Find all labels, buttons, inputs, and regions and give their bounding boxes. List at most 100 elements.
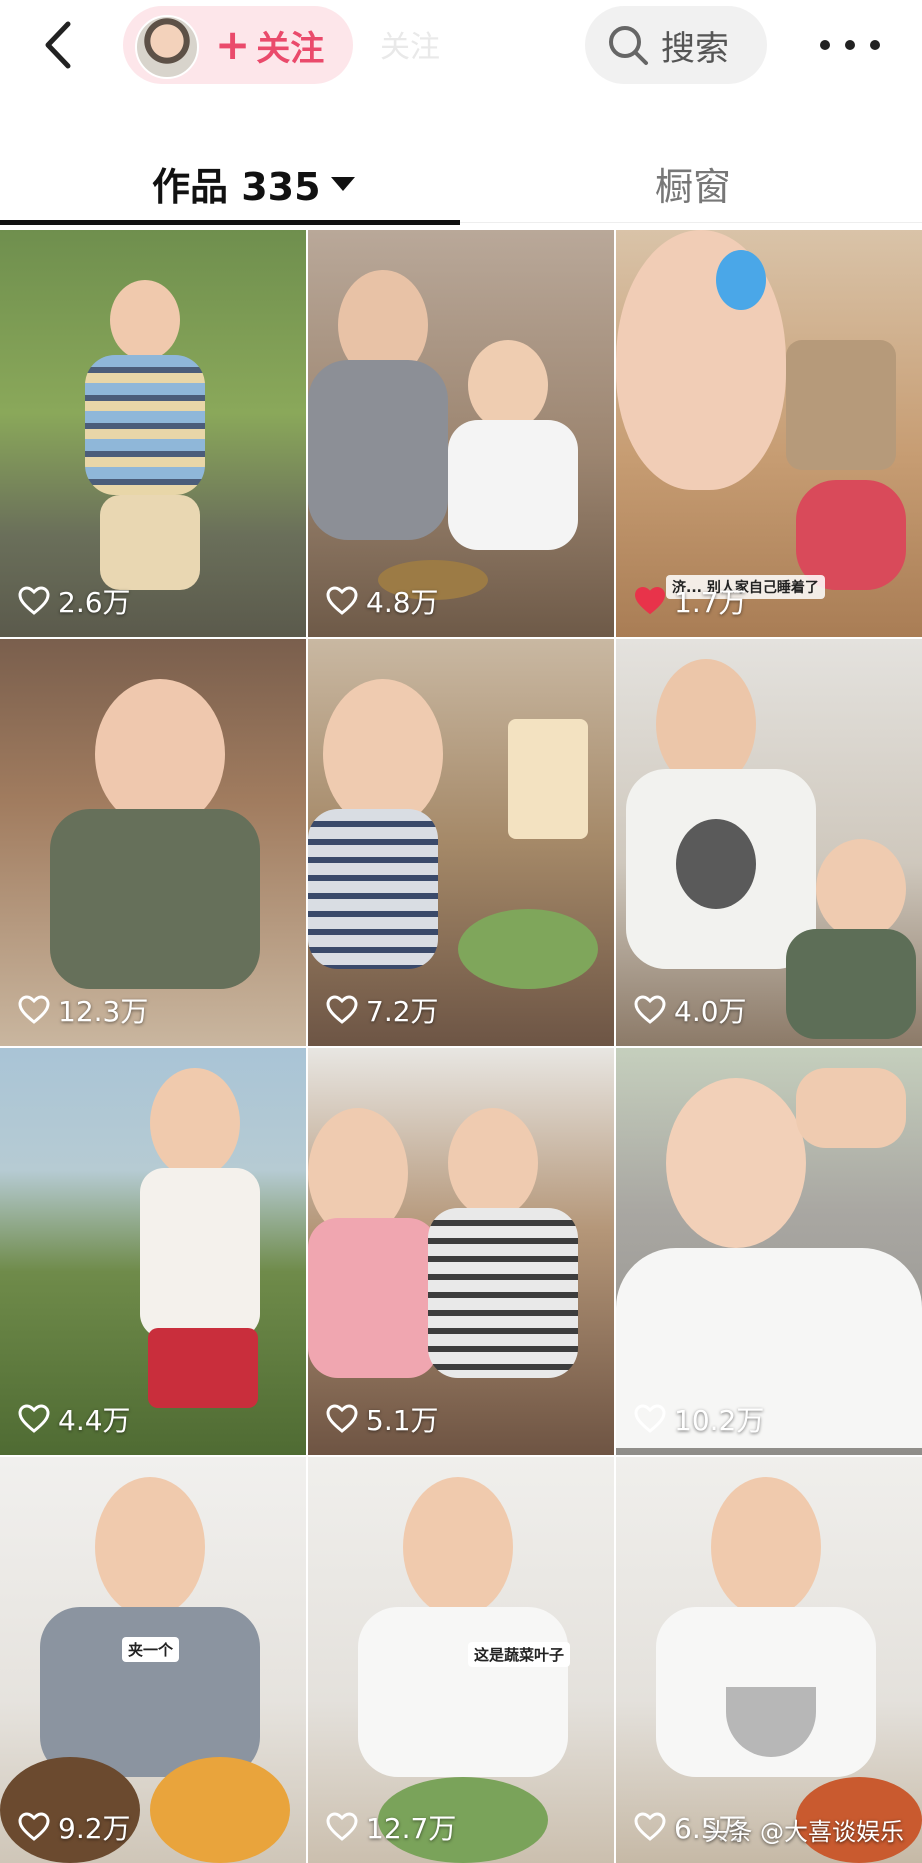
- thumbnail-image: [448, 420, 578, 550]
- thumbnail-image: [40, 1607, 260, 1777]
- tab-works-label: 作品 335: [152, 165, 321, 209]
- chevron-left-icon: [45, 21, 71, 69]
- video-thumbnail[interactable]: 4.4万: [0, 1048, 306, 1455]
- thumbnail-image: [403, 1477, 513, 1617]
- video-likes: 12.3万: [18, 990, 148, 1030]
- video-thumbnail[interactable]: 2.6万: [0, 230, 306, 637]
- heart-outline-icon: [634, 995, 666, 1024]
- caret-down-icon: [330, 176, 355, 191]
- thumbnail-image: [711, 1477, 821, 1617]
- thumbnail-image: [308, 360, 448, 540]
- thumbnail-image: [308, 1218, 438, 1378]
- thumbnail-image: [150, 1068, 240, 1178]
- faint-header-title: 关注: [380, 30, 440, 65]
- thumbnail-image: [796, 1068, 906, 1148]
- heart-outline-icon: [326, 1812, 358, 1841]
- video-grid: 2.6万 4.8万 济... 别人家自己睡着了 1.7万 12.3万 7.2万 …: [0, 230, 922, 1863]
- thumbnail-image: [448, 1108, 538, 1218]
- likes-count: 10.2万: [674, 1404, 765, 1437]
- active-tab-indicator: [0, 220, 460, 225]
- heart-outline-icon: [634, 1404, 666, 1433]
- video-likes: 12.7万: [326, 1807, 456, 1847]
- thumbnail-image: [666, 1078, 806, 1248]
- video-likes: 5.1万: [326, 1399, 439, 1439]
- video-thumbnail[interactable]: 10.2万: [616, 1048, 922, 1455]
- heart-outline-icon: [18, 1812, 50, 1841]
- thumbnail-image: [786, 340, 896, 470]
- video-likes: 4.8万: [326, 581, 439, 621]
- thumbnail-image: [468, 340, 548, 430]
- watermark: 头条 @大喜谈娱乐: [704, 1818, 904, 1846]
- video-thumbnail[interactable]: 夹一个 9.2万: [0, 1457, 306, 1863]
- tab-divider: [460, 222, 922, 223]
- follow-label: 关注: [256, 28, 325, 69]
- video-likes: 2.6万: [18, 581, 131, 621]
- top-bar: + 关注 关注 搜索: [0, 0, 922, 90]
- dot-icon: [870, 40, 880, 50]
- search-button[interactable]: 搜索: [585, 6, 767, 84]
- video-caption: 夹一个: [122, 1637, 180, 1662]
- thumbnail-image: [95, 1477, 205, 1617]
- likes-count: 12.3万: [58, 995, 149, 1028]
- plus-icon: +: [215, 20, 251, 69]
- thumbnail-image: [323, 679, 443, 829]
- likes-count: 7.2万: [366, 995, 439, 1028]
- video-likes: 7.2万: [326, 990, 439, 1030]
- heart-outline-icon: [326, 1404, 358, 1433]
- thumbnail-image: [716, 250, 766, 310]
- heart-outline-icon: [634, 1812, 666, 1841]
- video-thumbnail[interactable]: 7.2万: [308, 639, 614, 1046]
- likes-count: 4.8万: [366, 586, 439, 619]
- more-options-button[interactable]: [820, 20, 880, 70]
- follow-button[interactable]: + 关注: [215, 20, 325, 69]
- video-thumbnail[interactable]: 6.5万 头条 @大喜谈娱乐: [616, 1457, 922, 1863]
- video-thumbnail[interactable]: 这是蔬菜叶子 12.7万: [308, 1457, 614, 1863]
- search-icon: [609, 26, 648, 65]
- video-thumbnail[interactable]: 济... 别人家自己睡着了 1.7万: [616, 230, 922, 637]
- search-label: 搜索: [661, 28, 729, 69]
- thumbnail-image: [50, 809, 260, 989]
- video-thumbnail[interactable]: 12.3万: [0, 639, 306, 1046]
- heart-outline-icon: [18, 1404, 50, 1433]
- thumbnail-image: [110, 280, 180, 360]
- heart-outline-icon: [18, 995, 50, 1024]
- video-likes: 4.4万: [18, 1399, 131, 1439]
- heart-outline-icon: [18, 586, 50, 615]
- likes-count: 5.1万: [366, 1404, 439, 1437]
- video-thumbnail[interactable]: 4.8万: [308, 230, 614, 637]
- thumbnail-image: [308, 809, 438, 969]
- back-button[interactable]: [40, 18, 80, 72]
- likes-count: 2.6万: [58, 586, 131, 619]
- video-thumbnail[interactable]: 5.1万: [308, 1048, 614, 1455]
- thumbnail-image: [458, 909, 598, 989]
- thumbnail-image: [140, 1168, 260, 1338]
- thumbnail-image: [796, 480, 906, 590]
- video-likes: 9.2万: [18, 1807, 131, 1847]
- video-likes: 1.7万: [634, 581, 747, 621]
- profile-pill[interactable]: + 关注: [123, 6, 353, 84]
- video-likes: 4.0万: [634, 990, 747, 1030]
- dot-icon: [820, 40, 830, 50]
- dot-icon: [845, 40, 855, 50]
- heart-outline-icon: [326, 995, 358, 1024]
- thumbnail-image: [95, 679, 225, 829]
- likes-count: 4.4万: [58, 1404, 131, 1437]
- video-caption: 这是蔬菜叶子: [468, 1642, 571, 1667]
- tab-showcase[interactable]: 橱窗: [655, 156, 731, 211]
- thumbnail-image: [85, 355, 205, 495]
- tab-works[interactable]: 作品 335: [152, 156, 355, 211]
- heart-outline-icon: [326, 586, 358, 615]
- likes-count: 9.2万: [58, 1812, 131, 1845]
- heart-filled-icon: [634, 586, 666, 615]
- thumbnail-image: [428, 1208, 578, 1378]
- avatar[interactable]: [135, 15, 199, 79]
- likes-count: 4.0万: [674, 995, 747, 1028]
- thumbnail-image: [676, 819, 756, 909]
- video-thumbnail[interactable]: 4.0万: [616, 639, 922, 1046]
- thumbnail-image: [508, 719, 588, 839]
- likes-count: 12.7万: [366, 1812, 457, 1845]
- video-likes: 10.2万: [634, 1399, 764, 1439]
- thumbnail-image: [816, 839, 906, 939]
- thumbnail-image: [148, 1328, 258, 1408]
- likes-count: 1.7万: [674, 586, 747, 619]
